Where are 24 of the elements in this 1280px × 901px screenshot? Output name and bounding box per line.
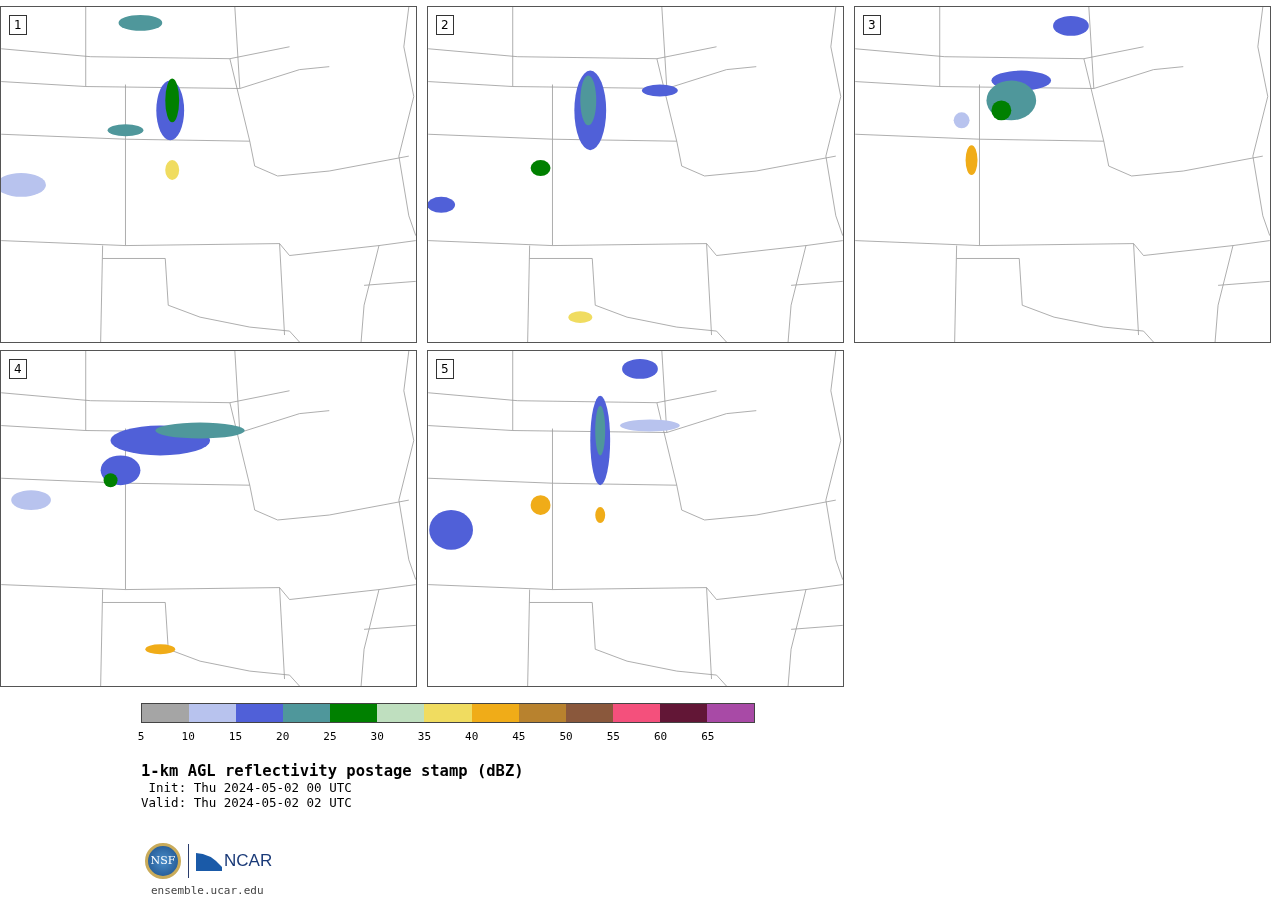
tick-label: 50 [559, 730, 573, 743]
member-number: 2 [436, 15, 454, 35]
member-number: 4 [9, 359, 27, 379]
ncar-logo: NCAR [196, 848, 273, 874]
tick-label: 15 [228, 730, 243, 743]
init-time: Init: Thu 2024-05-02 00 UTC [147, 780, 353, 795]
member-number: 5 [436, 359, 454, 379]
chart-title: 1-km AGL reflectivity postage stamp (dBZ) [141, 762, 525, 780]
tick-label: 65 [701, 730, 715, 743]
tick-label: 35 [417, 730, 432, 743]
tick-label: 20 [276, 730, 290, 743]
tick-label: 60 [653, 730, 668, 743]
tick-label: 45 [512, 730, 526, 743]
tick-label: 5 [137, 730, 145, 743]
tick-label: 30 [370, 730, 384, 743]
nsf-logo: NSF [145, 843, 181, 879]
member-number: 3 [863, 15, 881, 35]
valid-time: Valid: Thu 2024-05-02 02 UTC [141, 795, 353, 810]
tick-label: 40 [465, 730, 479, 743]
tick-label: 25 [323, 730, 337, 743]
website-url: ensemble.ucar.edu [151, 883, 265, 899]
member-number: 1 [9, 15, 27, 35]
tick-label: 10 [181, 730, 195, 743]
tick-label: 55 [606, 730, 620, 743]
